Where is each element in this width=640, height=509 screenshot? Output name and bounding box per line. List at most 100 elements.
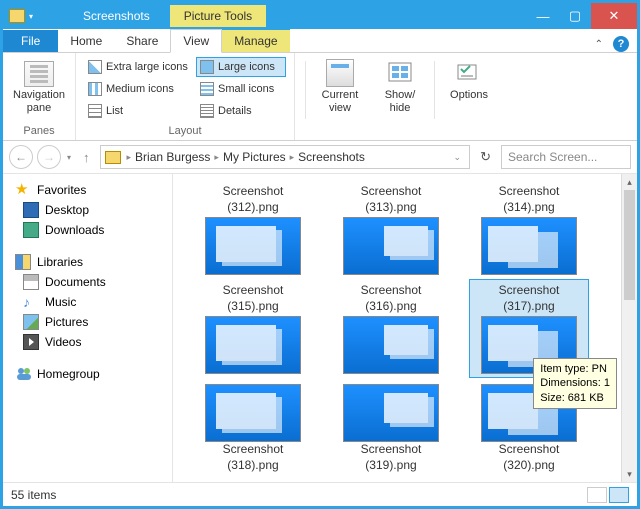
titlebar[interactable]: ▾ Screenshots Picture Tools — ▢ ✕ <box>3 3 637 29</box>
tab-home[interactable]: Home <box>58 30 114 52</box>
show-hide-icon <box>386 59 414 87</box>
scrollbar[interactable]: ▴ ▾ <box>621 174 637 482</box>
tab-file[interactable]: File <box>3 30 58 52</box>
tab-manage[interactable]: Manage <box>222 28 289 52</box>
group-label-panes: Panes <box>11 123 67 140</box>
refresh-button[interactable]: ↻ <box>474 149 497 165</box>
file-item[interactable]: Screenshot (315).png <box>193 279 313 378</box>
file-thumbnail <box>205 217 301 275</box>
file-item[interactable]: Screenshot (319).png <box>331 378 451 477</box>
file-thumbnail <box>205 316 301 374</box>
help-icon[interactable]: ? <box>613 36 629 52</box>
ribbon: Navigation pane Panes Extra large icons … <box>3 53 637 141</box>
sidebar-favorites[interactable]: ★Favorites <box>3 180 172 200</box>
layout-medium-icons[interactable]: Medium icons <box>84 79 194 99</box>
current-view-button[interactable]: Current view <box>312 57 368 123</box>
sidebar-videos[interactable]: Videos <box>3 332 172 352</box>
group-label-layout: Layout <box>84 123 286 140</box>
libraries-icon <box>15 254 31 270</box>
sidebar-pictures[interactable]: Pictures <box>3 312 172 332</box>
minimize-button[interactable]: — <box>527 3 559 29</box>
file-item[interactable]: Screenshot (312).png <box>193 180 313 279</box>
breadcrumb-item[interactable]: My Pictures <box>223 150 286 164</box>
pictures-icon <box>23 314 39 330</box>
options-icon <box>455 59 483 87</box>
layout-small-icons[interactable]: Small icons <box>196 79 286 99</box>
window-title: Screenshots <box>83 9 150 23</box>
file-name: Screenshot (312).png <box>223 184 284 215</box>
downloads-icon <box>23 222 39 238</box>
file-thumbnail <box>481 217 577 275</box>
file-thumbnail <box>343 217 439 275</box>
file-grid[interactable]: Screenshot (312).png Screenshot (313).png… <box>173 174 621 482</box>
medium-icons-icon <box>88 82 102 96</box>
close-button[interactable]: ✕ <box>591 3 637 29</box>
file-thumbnail <box>343 316 439 374</box>
address-bar-row: ← → ▾ ↑ ▸ Brian Burgess ▸ My Pictures ▸ … <box>3 141 637 173</box>
collapse-ribbon-icon[interactable]: ⌃ <box>595 39 603 50</box>
homegroup-icon <box>15 366 31 382</box>
breadcrumb[interactable]: ▸ Brian Burgess ▸ My Pictures ▸ Screensh… <box>100 145 471 169</box>
file-name: Screenshot (318).png <box>223 442 284 473</box>
sidebar-libraries[interactable]: Libraries <box>3 252 172 272</box>
file-item[interactable]: Screenshot (318).png <box>193 378 313 477</box>
navigation-pane: ★Favorites Desktop Downloads Libraries D… <box>3 174 173 482</box>
large-icons-icon <box>200 60 214 74</box>
scroll-track[interactable] <box>622 190 637 466</box>
sidebar-homegroup[interactable]: Homegroup <box>3 364 172 384</box>
documents-icon <box>23 274 39 290</box>
sidebar-documents[interactable]: Documents <box>3 272 172 292</box>
file-item[interactable]: Screenshot (313).png <box>331 180 451 279</box>
layout-list[interactable]: List <box>84 101 194 121</box>
file-explorer-window: ▾ Screenshots Picture Tools — ▢ ✕ File H… <box>0 0 640 509</box>
history-dropdown-icon[interactable]: ▾ <box>65 153 73 162</box>
context-tab-label: Picture Tools <box>170 5 266 27</box>
layout-large-icons[interactable]: Large icons <box>196 57 286 77</box>
extra-large-icons-icon <box>88 60 102 74</box>
chevron-down-icon[interactable]: ⌄ <box>454 152 466 163</box>
file-item[interactable]: Screenshot (316).png <box>331 279 451 378</box>
up-button[interactable]: ↑ <box>77 150 96 165</box>
chevron-right-icon[interactable]: ▸ <box>212 152 221 163</box>
details-view-button[interactable] <box>587 487 607 503</box>
file-thumbnail <box>205 384 301 442</box>
back-button[interactable]: ← <box>9 145 33 169</box>
folder-icon <box>105 151 121 164</box>
small-icons-icon <box>200 82 214 96</box>
file-tooltip: Item type: PN Dimensions: 1 Size: 681 KB <box>533 358 617 409</box>
thumbnails-view-button[interactable] <box>609 487 629 503</box>
file-name: Screenshot (316).png <box>361 283 422 314</box>
scroll-up-icon[interactable]: ▴ <box>622 174 637 190</box>
list-icon <box>88 104 102 118</box>
chevron-right-icon[interactable]: ▸ <box>288 152 297 163</box>
file-name: Screenshot (314).png <box>499 184 560 215</box>
show-hide-button[interactable]: Show/ hide <box>372 57 428 123</box>
breadcrumb-item[interactable]: Screenshots <box>298 150 365 164</box>
tab-view[interactable]: View <box>170 29 222 53</box>
search-input[interactable]: Search Screen... <box>501 145 631 169</box>
file-name: Screenshot (319).png <box>361 442 422 473</box>
item-count: 55 items <box>11 488 56 502</box>
sidebar-desktop[interactable]: Desktop <box>3 200 172 220</box>
sidebar-music[interactable]: ♪Music <box>3 292 172 312</box>
file-name: Screenshot (315).png <box>223 283 284 314</box>
scroll-thumb[interactable] <box>624 190 635 300</box>
chevron-right-icon[interactable]: ▸ <box>125 152 134 163</box>
qat-dropdown[interactable]: ▾ <box>29 10 43 22</box>
options-button[interactable]: Options <box>441 57 497 123</box>
layout-details[interactable]: Details <box>196 101 286 121</box>
forward-button[interactable]: → <box>37 145 61 169</box>
status-bar: 55 items <box>3 482 637 506</box>
file-name: Screenshot (320).png <box>499 442 560 473</box>
tab-share[interactable]: Share <box>114 30 170 52</box>
file-item[interactable]: Screenshot (314).png <box>469 180 589 279</box>
maximize-button[interactable]: ▢ <box>559 3 591 29</box>
details-icon <box>200 104 214 118</box>
breadcrumb-item[interactable]: Brian Burgess <box>135 150 210 164</box>
layout-extra-large-icons[interactable]: Extra large icons <box>84 57 194 77</box>
navigation-pane-button[interactable]: Navigation pane <box>11 57 67 123</box>
current-view-icon <box>326 59 354 87</box>
scroll-down-icon[interactable]: ▾ <box>622 466 637 482</box>
sidebar-downloads[interactable]: Downloads <box>3 220 172 240</box>
folder-icon <box>9 9 25 23</box>
